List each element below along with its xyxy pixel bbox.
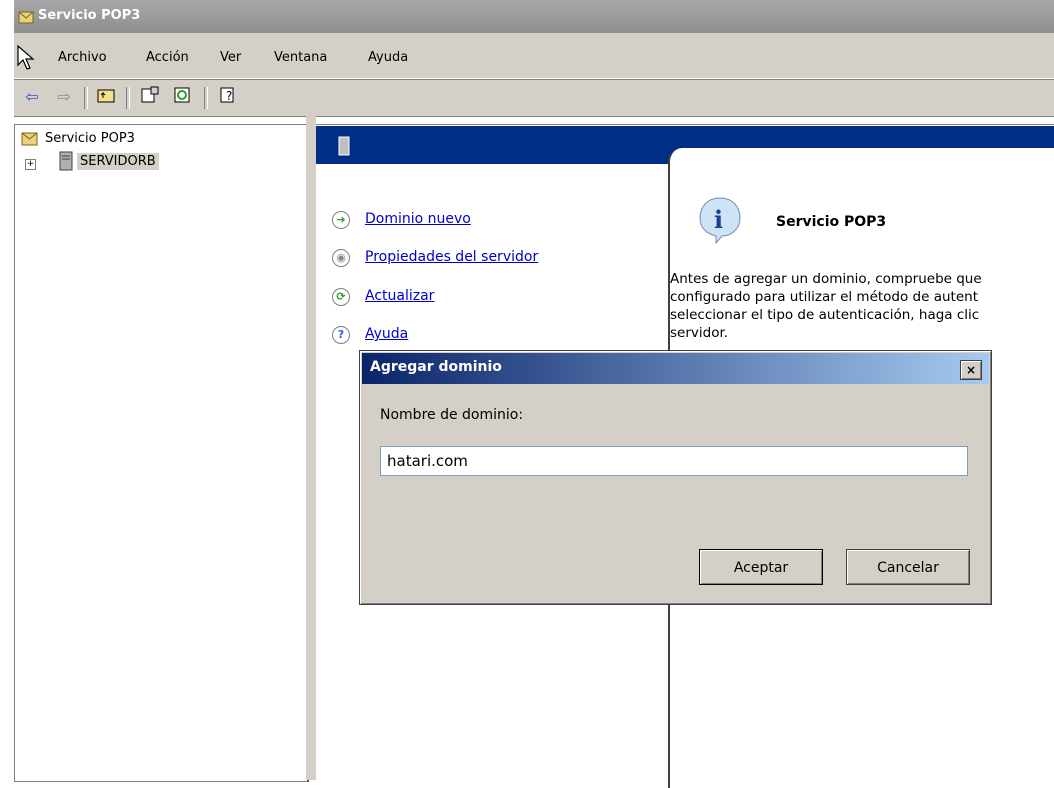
window-title: Servicio POP3 (38, 8, 141, 23)
svg-text:?: ? (226, 89, 232, 103)
menu-ver[interactable]: Ver (220, 50, 241, 65)
pop3-service-icon (18, 11, 34, 24)
menu-archivo[interactable]: Archivo (58, 50, 107, 65)
add-domain-dialog: Agregar dominio × Nombre de dominio: Ace… (359, 350, 992, 605)
server-icon (59, 151, 73, 171)
info-icon: i (699, 197, 741, 244)
menu-ventana[interactable]: Ventana (274, 50, 327, 65)
up-folder-icon[interactable] (94, 86, 118, 108)
task-ayuda[interactable]: Ayuda (365, 326, 408, 342)
help-icon: ? (332, 326, 350, 344)
menu-accion[interactable]: Acción (146, 50, 189, 65)
dialog-title-bar[interactable]: Agregar dominio × (362, 353, 989, 384)
server-icon (338, 136, 350, 156)
task-dominio-nuevo[interactable]: Dominio nuevo (365, 211, 471, 227)
info-text-line: servidor. (670, 325, 729, 341)
svg-text:i: i (714, 205, 723, 234)
help-icon[interactable]: ? (216, 86, 240, 108)
toolbar-separator (84, 87, 88, 109)
menu-ayuda[interactable]: Ayuda (368, 50, 408, 65)
cancel-button[interactable]: Cancelar (846, 549, 970, 585)
pane-splitter[interactable] (306, 116, 316, 780)
menu-bar: Archivo Acción Ver Ventana Ayuda (14, 33, 1054, 79)
task-actualizar[interactable]: Actualizar (365, 288, 434, 304)
toolbar-separator (204, 87, 208, 109)
info-text-line: configurado para utilizar el método de a… (670, 289, 978, 305)
dialog-title: Agregar dominio (370, 359, 502, 375)
toolbar-separator (126, 87, 130, 109)
info-text: Antes de agregar un dominio, compruebe q… (670, 270, 1054, 342)
domain-name-input[interactable] (380, 446, 968, 476)
tree-expander[interactable]: + (25, 159, 36, 170)
refresh-icon[interactable] (170, 86, 194, 108)
mouse-cursor-icon (17, 45, 35, 70)
info-text-line: Antes de agregar un dominio, compruebe q… (670, 271, 982, 287)
domain-name-label: Nombre de dominio: (380, 407, 524, 423)
back-icon[interactable]: ⇦ (20, 86, 44, 108)
console-tree: Servicio POP3 + SERVIDORB (14, 124, 309, 782)
info-title: Servicio POP3 (776, 214, 887, 230)
arrow-right-icon: ➔ (332, 211, 350, 229)
forward-icon[interactable]: ⇨ (52, 86, 76, 108)
window-title-bar[interactable]: Servicio POP3 (14, 0, 1054, 33)
properties-icon[interactable] (138, 86, 162, 108)
ok-button[interactable]: Aceptar (699, 549, 823, 585)
tree-root-label[interactable]: Servicio POP3 (45, 131, 135, 146)
task-propiedades-servidor[interactable]: Propiedades del servidor (365, 249, 538, 265)
close-icon[interactable]: × (960, 360, 982, 380)
pop3-service-icon (21, 132, 38, 146)
refresh-icon: ⟳ (332, 288, 350, 306)
info-text-line: seleccionar el tipo de autenticación, ha… (670, 307, 980, 323)
toolbar: ⇦ ⇨ ? (14, 79, 1054, 117)
properties-disc-icon: ◉ (332, 249, 350, 267)
tree-item-servidorb[interactable]: SERVIDORB (77, 153, 159, 170)
